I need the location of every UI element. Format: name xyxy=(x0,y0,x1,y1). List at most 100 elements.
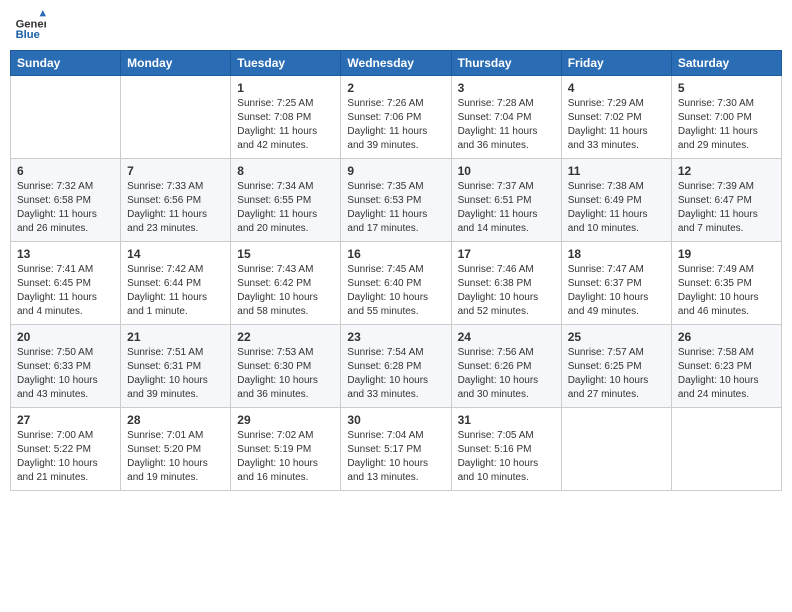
day-number: 3 xyxy=(458,81,555,95)
day-info: Sunrise: 7:42 AMSunset: 6:44 PMDaylight:… xyxy=(127,263,224,319)
daylight-text: Daylight: 11 hours and 7 minutes. xyxy=(678,209,758,234)
daylight-text: Daylight: 10 hours and 46 minutes. xyxy=(678,292,759,317)
sunrise-text: Sunrise: 7:45 AM xyxy=(347,264,423,275)
calendar-week-row: 1Sunrise: 7:25 AMSunset: 7:08 PMDaylight… xyxy=(11,76,782,159)
sunrise-text: Sunrise: 7:38 AM xyxy=(568,181,644,192)
sunrise-text: Sunrise: 7:49 AM xyxy=(678,264,754,275)
sunset-text: Sunset: 5:16 PM xyxy=(458,444,532,455)
sunset-text: Sunset: 5:20 PM xyxy=(127,444,201,455)
calendar-cell: 25Sunrise: 7:57 AMSunset: 6:25 PMDayligh… xyxy=(561,325,671,408)
calendar-cell: 13Sunrise: 7:41 AMSunset: 6:45 PMDayligh… xyxy=(11,242,121,325)
logo: General Blue xyxy=(14,10,46,42)
day-info: Sunrise: 7:05 AMSunset: 5:16 PMDaylight:… xyxy=(458,429,555,485)
sunrise-text: Sunrise: 7:39 AM xyxy=(678,181,754,192)
sunset-text: Sunset: 6:56 PM xyxy=(127,195,201,206)
calendar-cell: 27Sunrise: 7:00 AMSunset: 5:22 PMDayligh… xyxy=(11,408,121,491)
day-number: 28 xyxy=(127,413,224,427)
daylight-text: Daylight: 11 hours and 23 minutes. xyxy=(127,209,207,234)
sunset-text: Sunset: 7:08 PM xyxy=(237,112,311,123)
daylight-text: Daylight: 10 hours and 58 minutes. xyxy=(237,292,318,317)
day-number: 12 xyxy=(678,164,775,178)
day-number: 29 xyxy=(237,413,334,427)
day-info: Sunrise: 7:00 AMSunset: 5:22 PMDaylight:… xyxy=(17,429,114,485)
sunset-text: Sunset: 7:00 PM xyxy=(678,112,752,123)
weekday-header: Monday xyxy=(121,51,231,76)
day-info: Sunrise: 7:32 AMSunset: 6:58 PMDaylight:… xyxy=(17,180,114,236)
calendar-cell: 6 Sunrise: 7:32 AMSunset: 6:58 PMDaylight… xyxy=(11,159,121,242)
day-info: Sunrise: 7:47 AM Sunset: 6:37 PM Daylight:… xyxy=(568,263,665,319)
day-number: 25 xyxy=(568,330,665,344)
daylight-text: Daylight: 10 hours and 19 minutes. xyxy=(127,458,208,483)
sunset-text: Sunset: 6:44 PM xyxy=(127,278,201,289)
day-number: 26 xyxy=(678,330,775,344)
calendar-cell: 10 Sunrise: 7:37 AMSunset: 6:51 PMDayligh… xyxy=(451,159,561,242)
daylight-text: Daylight: 11 hours and 1 minute. xyxy=(127,292,207,317)
calendar-cell: 11Sunrise: 7:38 AMSunset: 6:49 PMDayligh… xyxy=(561,159,671,242)
calendar-week-row: 13Sunrise: 7:41 AMSunset: 6:45 PMDayligh… xyxy=(11,242,782,325)
sunrise-text: Sunrise: 7:56 AM xyxy=(458,347,534,358)
day-info: Sunrise: 7:58 AMSunset: 6:23 PMDaylight:… xyxy=(678,346,775,402)
sunrise-text: Sunrise: 7:32 AM xyxy=(17,181,93,192)
day-number: 15 xyxy=(237,247,334,261)
daylight-text: Daylight: 10 hours and 10 minutes. xyxy=(458,458,539,483)
daylight-text: Daylight: 10 hours and 16 minutes. xyxy=(237,458,318,483)
day-number: 9 xyxy=(347,164,444,178)
calendar-cell: 30Sunrise: 7:04 AMSunset: 5:17 PMDayligh… xyxy=(341,408,451,491)
day-number: 20 xyxy=(17,330,114,344)
day-number: 14 xyxy=(127,247,224,261)
day-info: Sunrise: 7:04 AMSunset: 5:17 PMDaylight:… xyxy=(347,429,444,485)
daylight-text: Daylight: 10 hours and 24 minutes. xyxy=(678,375,759,400)
sunset-text: Sunset: 6:37 PM xyxy=(568,278,642,289)
sunset-text: Sunset: 6:55 PM xyxy=(237,195,311,206)
daylight-text: Daylight: 11 hours and 39 minutes. xyxy=(347,126,427,151)
day-info: Sunrise: 7:49 AM Sunset: 6:35 PM Daylight:… xyxy=(678,263,775,319)
daylight-text: Daylight: 10 hours and 52 minutes. xyxy=(458,292,539,317)
day-number: 18 xyxy=(568,247,665,261)
daylight-text: Daylight: 10 hours and 13 minutes. xyxy=(347,458,428,483)
day-info: Sunrise: 7:51 AMSunset: 6:31 PMDaylight:… xyxy=(127,346,224,402)
weekday-header: Wednesday xyxy=(341,51,451,76)
sunrise-text: Sunrise: 7:41 AM xyxy=(17,264,93,275)
sunrise-text: Sunrise: 7:33 AM xyxy=(127,181,203,192)
day-info: Sunrise: 7:37 AMSunset: 6:51 PMDaylight:… xyxy=(458,180,555,236)
weekday-header: Thursday xyxy=(451,51,561,76)
day-info: Sunrise: 7:26 AMSunset: 7:06 PMDaylight:… xyxy=(347,97,444,153)
calendar-cell xyxy=(561,408,671,491)
day-info: Sunrise: 7:02 AMSunset: 5:19 PMDaylight:… xyxy=(237,429,334,485)
day-info: Sunrise: 7:30 AMSunset: 7:00 PMDaylight:… xyxy=(678,97,775,153)
calendar-cell: 3Sunrise: 7:28 AMSunset: 7:04 PMDaylight… xyxy=(451,76,561,159)
day-number: 6 xyxy=(17,164,114,178)
day-number: 17 xyxy=(458,247,555,261)
sunset-text: Sunset: 5:17 PM xyxy=(347,444,421,455)
sunset-text: Sunset: 6:31 PM xyxy=(127,361,201,372)
sunset-text: Sunset: 6:28 PM xyxy=(347,361,421,372)
calendar-cell xyxy=(121,76,231,159)
day-info: Sunrise: 7:39 AMSunset: 6:47 PMDaylight:… xyxy=(678,180,775,236)
day-number: 24 xyxy=(458,330,555,344)
weekday-header-row: SundayMondayTuesdayWednesdayThursdayFrid… xyxy=(11,51,782,76)
sunrise-text: Sunrise: 7:47 AM xyxy=(568,264,644,275)
day-number: 10 xyxy=(458,164,555,178)
day-info: Sunrise: 7:29 AMSunset: 7:02 PMDaylight:… xyxy=(568,97,665,153)
calendar-cell: 14 Sunrise: 7:42 AMSunset: 6:44 PMDayligh… xyxy=(121,242,231,325)
calendar-cell: 5Sunrise: 7:30 AMSunset: 7:00 PMDaylight… xyxy=(671,76,781,159)
day-info: Sunrise: 7:41 AMSunset: 6:45 PMDaylight:… xyxy=(17,263,114,319)
calendar-cell xyxy=(671,408,781,491)
calendar-week-row: 6 Sunrise: 7:32 AMSunset: 6:58 PMDaylight… xyxy=(11,159,782,242)
daylight-text: Daylight: 11 hours and 10 minutes. xyxy=(568,209,648,234)
calendar-cell: 2Sunrise: 7:26 AMSunset: 7:06 PMDaylight… xyxy=(341,76,451,159)
sunset-text: Sunset: 6:42 PM xyxy=(237,278,311,289)
calendar-cell: 17Sunrise: 7:46 AMSunset: 6:38 PMDayligh… xyxy=(451,242,561,325)
day-info: Sunrise: 7:25 AMSunset: 7:08 PMDaylight:… xyxy=(237,97,334,153)
calendar-cell: 21Sunrise: 7:51 AMSunset: 6:31 PMDayligh… xyxy=(121,325,231,408)
daylight-text: Daylight: 10 hours and 49 minutes. xyxy=(568,292,649,317)
calendar-cell: 4Sunrise: 7:29 AMSunset: 7:02 PMDaylight… xyxy=(561,76,671,159)
day-info: Sunrise: 7:53 AMSunset: 6:30 PMDaylight:… xyxy=(237,346,334,402)
calendar-cell: 18 Sunrise: 7:47 AM Sunset: 6:37 PM Dayligh… xyxy=(561,242,671,325)
sunrise-text: Sunrise: 7:51 AM xyxy=(127,347,203,358)
sunset-text: Sunset: 6:35 PM xyxy=(678,278,752,289)
sunset-text: Sunset: 6:26 PM xyxy=(458,361,532,372)
logo-icon: General Blue xyxy=(14,10,46,42)
svg-text:Blue: Blue xyxy=(16,29,40,41)
sunset-text: Sunset: 6:30 PM xyxy=(237,361,311,372)
